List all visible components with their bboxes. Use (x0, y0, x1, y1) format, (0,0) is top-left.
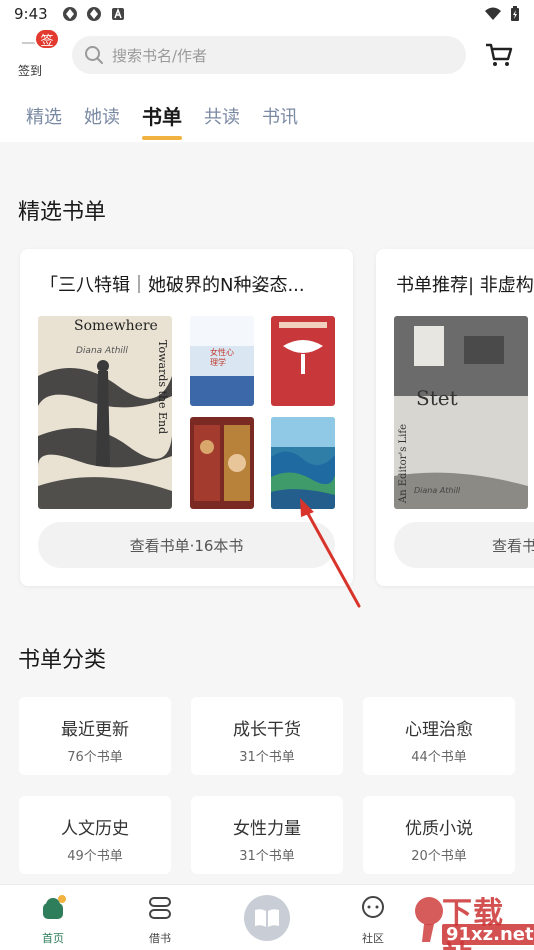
category-name: 人文历史 (61, 819, 129, 839)
booklist-card[interactable]: 「三八特辑｜她破界的N种姿态... Somewhere Towards the … (20, 249, 353, 586)
wifi-icon (485, 7, 501, 20)
home-icon (43, 895, 66, 919)
category-card[interactable]: 优质小说 20个书单 (363, 796, 515, 874)
watermark-logo-icon (415, 897, 443, 942)
book-cover-title: Somewhere (74, 318, 158, 334)
featured-section-title: 精选书单 (18, 200, 107, 225)
borrow-icon (149, 897, 171, 919)
booklist-title: 书单推荐| 非虚构 (396, 275, 534, 296)
site-watermark: 下载站 91xz.net (412, 888, 534, 950)
tab-label: 精选 (26, 107, 62, 128)
category-name: 女性力量 (233, 819, 301, 839)
view-booklist-button[interactable]: 查看书单·16本书 (38, 522, 335, 568)
font-notification-icon (111, 7, 124, 20)
tab-label: 共读 (204, 107, 240, 128)
category-tabs: 精选 她读 书单 共读 书讯 (0, 90, 534, 142)
nav-label: 借书 (149, 932, 171, 945)
book-cover[interactable]: 女性心理学 (190, 316, 254, 406)
top-header: 签 签到 搜索书名/作者 (0, 28, 534, 90)
booklist-card[interactable]: 书单推荐| 非虚构 Stet An Editor's Life Diana At… (376, 249, 534, 586)
category-count: 31个书单 (239, 849, 295, 864)
tab-booklists[interactable]: 书单 (142, 90, 182, 142)
book-cover[interactable]: Stet An Editor's Life Diana Athill (394, 316, 528, 509)
category-card[interactable]: 女性力量 31个书单 (191, 796, 343, 874)
app-notification-icon (86, 7, 101, 21)
app-notification-icon (62, 7, 77, 21)
book-cover-author: Diana Athill (414, 486, 461, 495)
book-cover-band (190, 316, 254, 346)
search-placeholder: 搜索书名/作者 (112, 46, 208, 65)
category-name: 心理治愈 (405, 720, 473, 740)
book-cover-art (271, 417, 335, 509)
nav-borrow[interactable]: 借书 (130, 895, 190, 946)
category-card[interactable]: 最近更新 76个书单 (19, 697, 171, 775)
nav-home[interactable]: 首页 (23, 895, 83, 946)
category-name: 成长干货 (233, 720, 301, 740)
status-bar: 9:43 (0, 0, 534, 28)
book-cover[interactable] (190, 417, 254, 509)
active-tab-indicator (142, 136, 182, 140)
category-count: 44个书单 (411, 750, 467, 765)
tab-book-news[interactable]: 书讯 (262, 90, 298, 142)
book-cover[interactable]: Somewhere Towards the End Diana Athill (38, 316, 172, 509)
book-cover-art (194, 425, 250, 501)
tab-co-reading[interactable]: 共读 (204, 90, 240, 142)
book-cover-subtitle: Towards the End (156, 340, 169, 435)
book-cover-title: 女性心理学 (210, 348, 234, 367)
category-count: 20个书单 (411, 849, 467, 864)
category-count: 76个书单 (67, 750, 123, 765)
signin-label: 签到 (18, 64, 43, 78)
category-count: 31个书单 (239, 750, 295, 765)
tab-she-reads[interactable]: 她读 (84, 90, 120, 142)
book-cover-art (279, 322, 327, 374)
book-cover[interactable] (271, 417, 335, 509)
watermark-url: 91xz.net (442, 924, 534, 945)
nav-community[interactable]: 社区 (343, 895, 403, 946)
tab-label: 书单 (142, 105, 182, 129)
book-cover-author: Diana Athill (76, 346, 128, 356)
category-name: 优质小说 (405, 819, 473, 839)
nav-reading[interactable] (244, 895, 290, 941)
category-card[interactable]: 人文历史 49个书单 (19, 796, 171, 874)
nav-label: 首页 (42, 932, 64, 945)
book-cover-title: Stet (416, 386, 458, 410)
category-count: 49个书单 (67, 849, 123, 864)
search-input[interactable]: 搜索书名/作者 (72, 36, 466, 74)
view-booklist-button[interactable]: 查看书 (394, 522, 534, 568)
book-cover-subtitle: An Editor's Life (398, 424, 409, 504)
signin-badge: 签 (34, 28, 60, 50)
signin-button[interactable]: 签 签到 (14, 28, 60, 82)
tab-label: 书讯 (262, 107, 298, 128)
open-book-icon (255, 909, 279, 927)
nav-label: 社区 (362, 932, 384, 945)
category-card[interactable]: 心理治愈 44个书单 (363, 697, 515, 775)
category-name: 最近更新 (61, 720, 129, 740)
booklist-title: 「三八特辑｜她破界的N种姿态... (40, 275, 305, 296)
tab-label: 她读 (84, 107, 120, 128)
book-cover-art (38, 360, 172, 509)
book-cover-art (394, 316, 528, 509)
cart-icon[interactable] (484, 40, 514, 70)
tab-featured[interactable]: 精选 (26, 90, 62, 142)
book-cover[interactable] (271, 316, 335, 406)
categories-section-title: 书单分类 (18, 648, 107, 673)
search-icon (85, 46, 103, 64)
status-time: 9:43 (14, 5, 48, 23)
category-card[interactable]: 成长干货 31个书单 (191, 697, 343, 775)
book-cover-band (190, 376, 254, 406)
battery-icon (511, 6, 519, 21)
community-icon (362, 896, 384, 918)
